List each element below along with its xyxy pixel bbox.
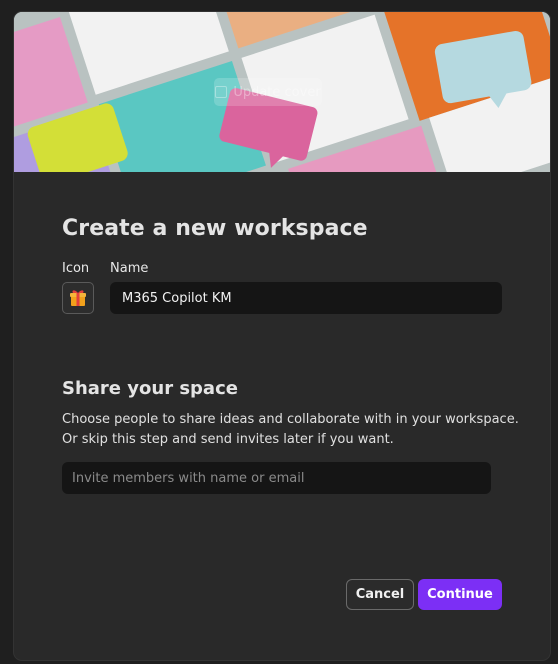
name-label: Name <box>110 261 149 276</box>
workspace-name-input[interactable] <box>110 282 502 314</box>
share-section-title: Share your space <box>62 378 238 399</box>
create-workspace-dialog: Update cover Create a new workspace Icon… <box>14 12 550 660</box>
share-description-line2: Or skip this step and send invites later… <box>62 432 394 447</box>
update-cover-button[interactable]: Update cover <box>214 78 322 106</box>
share-description-line1: Choose people to share ideas and collabo… <box>62 412 519 427</box>
image-icon <box>215 86 228 98</box>
workspace-icon-picker[interactable] <box>62 282 94 314</box>
cover-image: Update cover <box>14 12 550 172</box>
continue-button[interactable]: Continue <box>418 579 502 610</box>
icon-label: Icon <box>62 261 90 276</box>
gift-icon <box>70 290 86 306</box>
share-description: Choose people to share ideas and collabo… <box>62 410 522 450</box>
cancel-button[interactable]: Cancel <box>346 579 414 610</box>
dialog-title: Create a new workspace <box>62 216 368 241</box>
invite-members-input[interactable] <box>62 462 491 494</box>
update-cover-label: Update cover <box>233 84 321 100</box>
